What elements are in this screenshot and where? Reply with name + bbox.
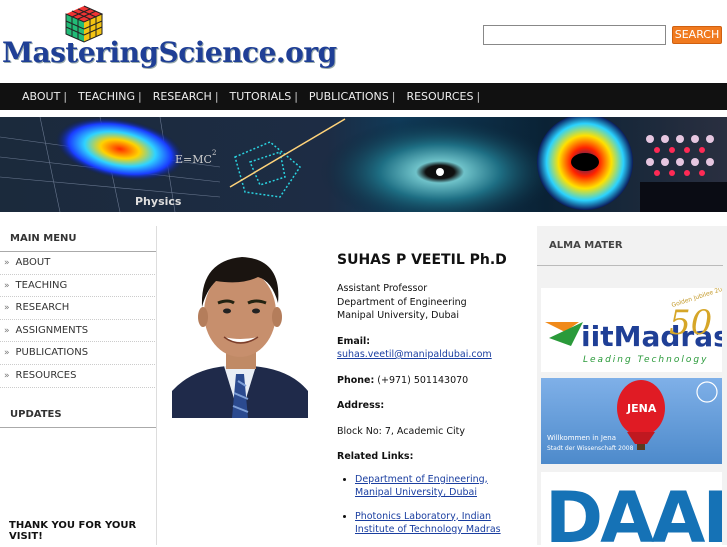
daad-graphic: DAAD bbox=[545, 477, 722, 545]
site-logo[interactable]: MasteringScience.org bbox=[2, 36, 337, 69]
banner-formula: E=MC bbox=[175, 153, 212, 166]
list-item: Department of Engineering, Manipal Unive… bbox=[355, 473, 527, 500]
related-links-list: Department of Engineering, Manipal Unive… bbox=[355, 473, 527, 537]
list-item: Photonics Laboratory, Indian Institute o… bbox=[355, 510, 527, 537]
profile-name: SUHAS P VEETIL Ph.D bbox=[337, 252, 507, 268]
link-dept-engineering[interactable]: Department of Engineering, Manipal Unive… bbox=[355, 474, 488, 499]
nav-item-resources[interactable]: RESOURCES bbox=[393, 90, 486, 103]
profile-position: Assistant Professor bbox=[337, 283, 428, 294]
email-label: Email: bbox=[337, 335, 371, 347]
jena-graphic: JENA Willkommen in Jena Stadt der Wissen… bbox=[541, 378, 722, 464]
arrow-icon: » bbox=[4, 325, 10, 336]
arrow-icon: » bbox=[4, 258, 10, 268]
sidebar-item-label: ASSIGNMENTS bbox=[15, 324, 89, 336]
profile-department: Department of Engineering bbox=[337, 296, 467, 308]
jena-text: JENA bbox=[626, 402, 657, 415]
banner-formula-sup: 2 bbox=[212, 149, 216, 157]
address-label: Address: bbox=[337, 400, 385, 411]
physics-banner: E=MC 2 Physics bbox=[0, 117, 727, 212]
jena-logo[interactable]: JENA Willkommen in Jena Stadt der Wissen… bbox=[541, 378, 722, 464]
arrow-icon: » bbox=[4, 348, 10, 359]
profile-university: Manipal University, Dubai bbox=[337, 310, 459, 321]
updates-title: UPDATES bbox=[0, 402, 156, 428]
related-links-label: Related Links: bbox=[337, 451, 414, 462]
iit-tagline: Leading Technology bbox=[583, 355, 708, 365]
sidebar-item-teaching[interactable]: » TEACHING bbox=[0, 275, 155, 298]
search-button[interactable]: SEARCH bbox=[672, 26, 722, 44]
sidebar-item-resources[interactable]: » RESOURCES bbox=[0, 365, 155, 388]
nav-item-research[interactable]: RESEARCH bbox=[140, 90, 225, 103]
nav-item-publications[interactable]: PUBLICATIONS bbox=[296, 90, 402, 103]
nav-item-teaching[interactable]: TEACHING bbox=[65, 90, 148, 103]
banner-graphic: E=MC 2 Physics bbox=[0, 117, 727, 212]
address-value: Block No: 7, Academic City bbox=[337, 425, 465, 437]
arrow-icon: » bbox=[4, 280, 10, 291]
profile-photo bbox=[172, 241, 308, 418]
sidebar-item-about[interactable]: » ABOUT bbox=[0, 252, 155, 275]
sidebar-item-publications[interactable]: » PUBLICATIONS bbox=[0, 342, 155, 365]
sidebar-item-label: PUBLICATIONS bbox=[15, 347, 89, 359]
top-navigation: ABOUT | TEACHING | RESEARCH | TUTORIALS | PU… bbox=[0, 83, 727, 110]
left-sidebar: MAIN MENU » ABOUT » TEACHING » RESEARCH » AS… bbox=[0, 226, 157, 545]
daad-logo[interactable]: DAAD bbox=[541, 472, 722, 545]
daad-text: DAAD bbox=[545, 477, 722, 545]
sidebar-item-assignments[interactable]: » ASSIGNMENTS bbox=[0, 320, 155, 343]
sidebar-item-research[interactable]: » RESEARCH bbox=[0, 297, 155, 320]
sidebar-item-label: ABOUT bbox=[15, 257, 51, 268]
right-sidebar: ALMA MATER iitMadras 50 Golden Jubilee 2… bbox=[537, 226, 727, 545]
alma-mater-title: ALMA MATER bbox=[537, 226, 723, 266]
main-menu-title: MAIN MENU bbox=[0, 226, 156, 252]
thank-you-message: THANK YOU FOR YOUR VISIT! bbox=[9, 520, 137, 542]
sidebar-item-label: TEACHING bbox=[15, 279, 68, 291]
nav-separator: | bbox=[476, 90, 481, 103]
email-link[interactable]: suhas.veetil@manipaldubai.com bbox=[337, 349, 492, 360]
iit-madras-graphic: iitMadras 50 Golden Jubilee 2008 Leading… bbox=[545, 288, 722, 365]
arrow-icon: » bbox=[4, 370, 10, 381]
jena-welcome: Willkommen in Jena bbox=[547, 434, 616, 442]
search-input[interactable] bbox=[483, 25, 666, 45]
phone-label: Phone: bbox=[337, 374, 375, 386]
link-photonics-lab[interactable]: Photonics Laboratory, Indian Institute o… bbox=[355, 511, 501, 536]
arrow-icon: » bbox=[4, 303, 10, 314]
nav-item-tutorials[interactable]: TUTORIALS bbox=[217, 90, 305, 103]
iit-jubilee: 50 bbox=[669, 303, 712, 343]
sidebar-item-label: RESEARCH bbox=[15, 302, 70, 314]
phone-value: (+971) 501143070 bbox=[377, 374, 469, 386]
banner-caption: Physics bbox=[135, 195, 182, 208]
sidebar-item-label: RESOURCES bbox=[15, 369, 77, 381]
jena-city-text: Stadt der Wissenschaft 2008 bbox=[547, 445, 634, 452]
site-header: MasteringScience.org SEARCH bbox=[0, 0, 727, 82]
profile-info: SUHAS P VEETIL Ph.D Assistant Professor … bbox=[337, 252, 527, 547]
main-content: SUHAS P VEETIL Ph.D Assistant Professor … bbox=[166, 226, 536, 545]
iit-madras-logo[interactable]: iitMadras 50 Golden Jubilee 2008 Leading… bbox=[541, 288, 722, 372]
